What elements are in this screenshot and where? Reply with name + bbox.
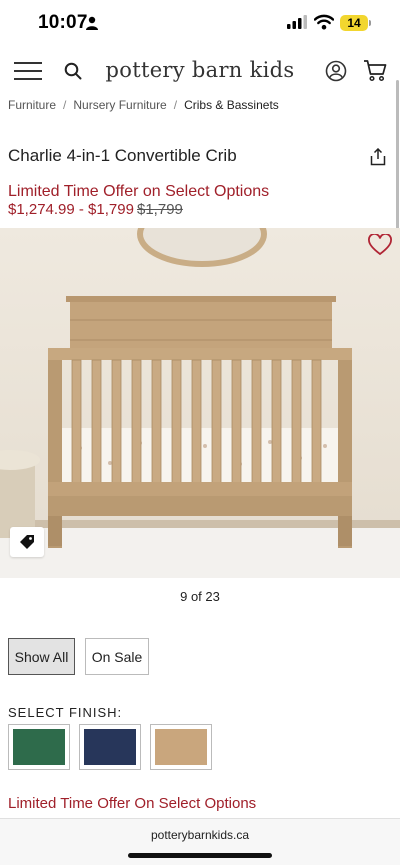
cart-icon[interactable] [363,59,387,82]
share-icon[interactable] [370,148,386,166]
finish-swatch-natural-oak[interactable] [150,724,212,770]
crib-image [0,228,400,578]
breadcrumb: Furniture / Nursery Furniture / Cribs & Bass… [8,98,279,112]
finish-swatch-navy[interactable] [79,724,141,770]
breadcrumb-cribs-bassinets[interactable]: Cribs & Bassinets [184,98,279,112]
browser-url-bar[interactable]: potterybarnkids.ca [0,818,400,865]
battery-nub [369,20,371,26]
limited-offer-text: Limited Time Offer on Select Options [8,183,270,200]
product-image[interactable] [0,228,400,578]
breadcrumb-nursery-furniture[interactable]: Nursery Furniture [73,98,166,112]
limited-offer-text-bottom: Limited Time Offer On Select Options [8,795,257,812]
person-icon [86,16,98,30]
favorite-heart-icon[interactable] [368,234,392,256]
finish-swatch-green[interactable] [8,724,70,770]
image-counter: 9 of 23 [180,589,220,604]
search-icon[interactable] [64,62,82,80]
select-finish-label: SELECT FINISH: [8,705,123,720]
battery-icon: 14 [340,15,368,31]
breadcrumb-separator: / [63,98,67,112]
signal-icon [287,15,307,29]
show-all-button[interactable]: Show All [8,638,75,675]
site-header: pottery barn kids [0,50,400,94]
on-sale-button[interactable]: On Sale [85,638,149,675]
price-tag-icon [20,535,34,549]
sale-price-range: $1,274.99 - $1,799 [8,201,134,218]
menu-icon[interactable] [14,62,42,82]
home-indicator[interactable] [128,853,272,858]
product-title: Charlie 4-in-1 Convertible Crib [8,146,237,165]
price-tag-button[interactable] [10,527,44,557]
status-time: 10:07 [38,12,88,33]
status-bar: 10:07 14 [0,0,400,46]
scroll-indicator[interactable] [396,80,399,240]
breadcrumb-separator: / [173,98,178,112]
breadcrumb-furniture[interactable]: Furniture [8,98,56,112]
wifi-icon [314,14,334,30]
original-price: $1,799 [137,201,183,218]
url-text[interactable]: potterybarnkids.ca [0,828,400,842]
account-icon[interactable] [325,60,347,82]
